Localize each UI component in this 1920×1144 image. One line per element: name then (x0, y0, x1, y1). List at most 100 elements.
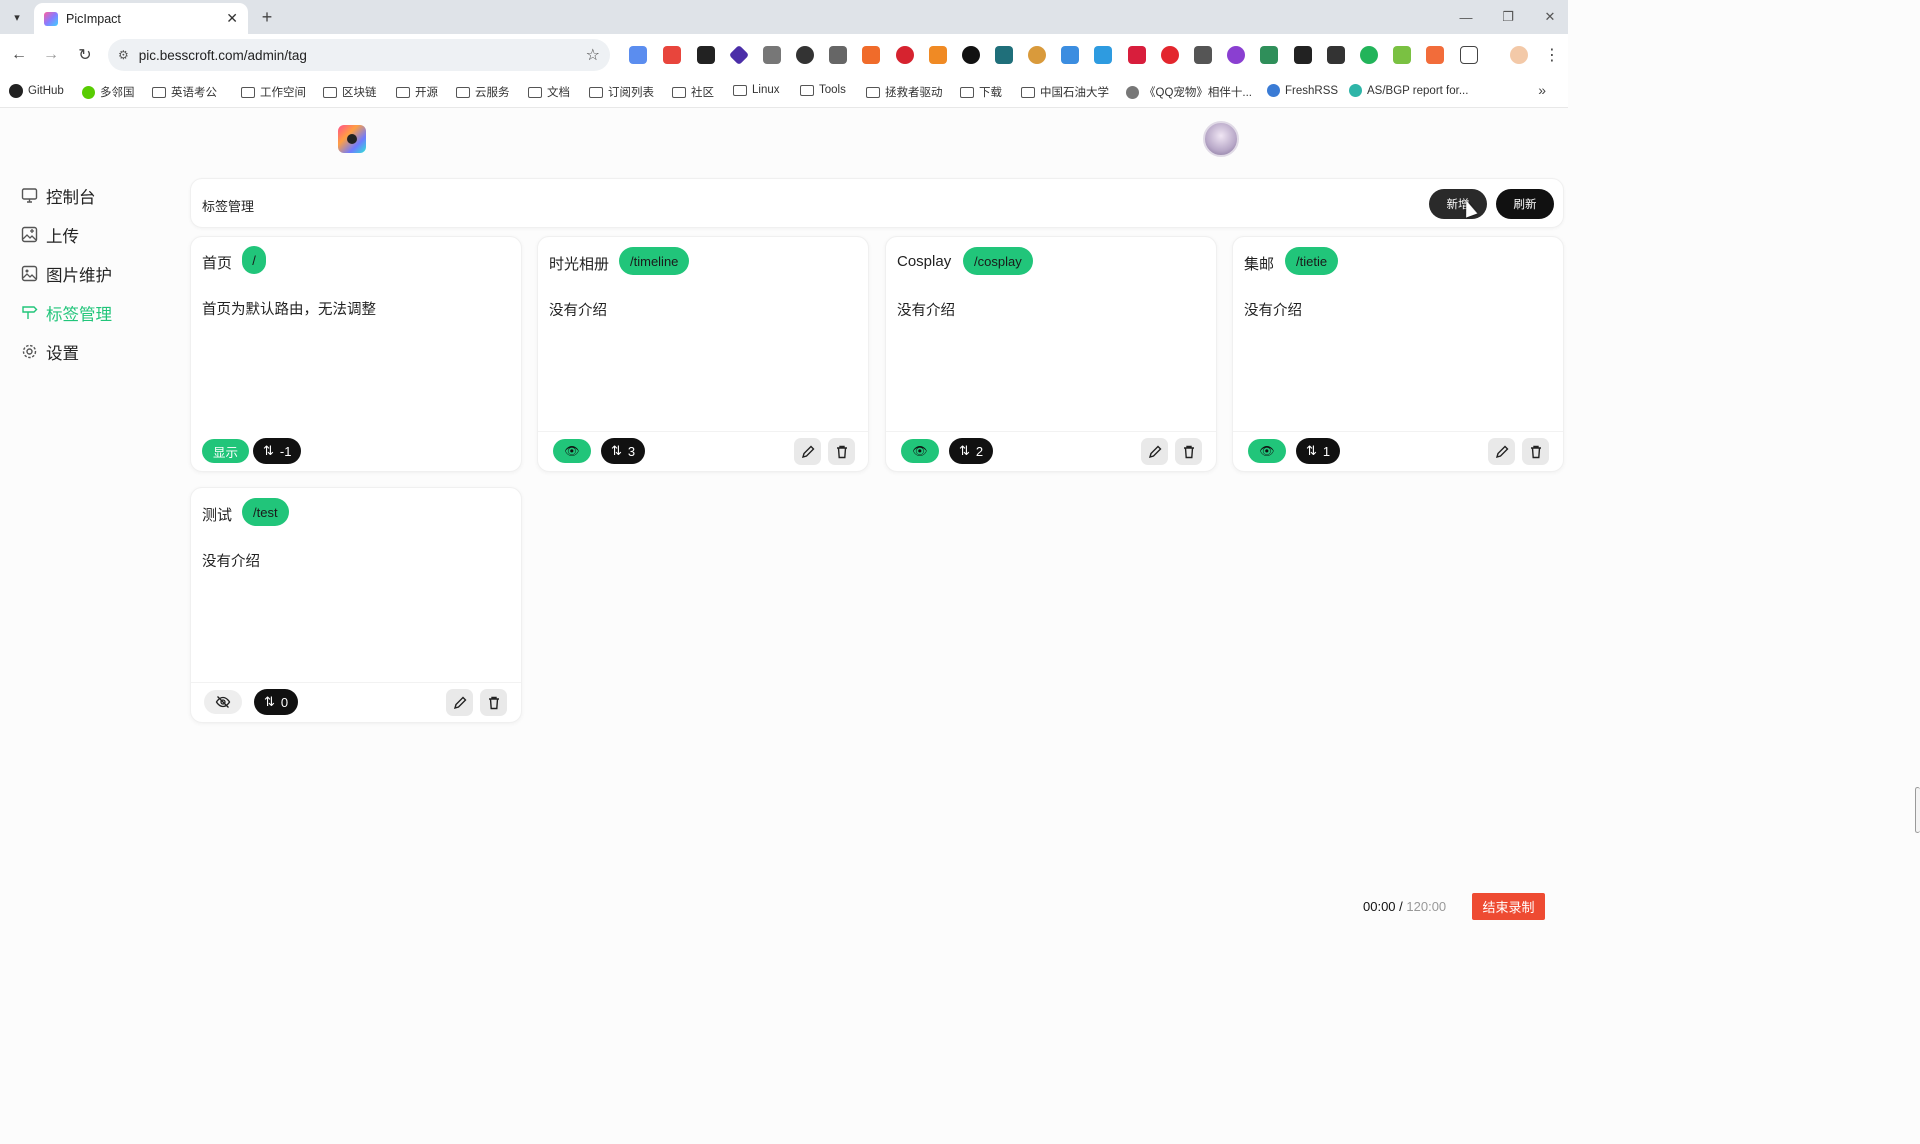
bookmark-folder[interactable]: Tools (800, 84, 846, 96)
more-bookmarks-chevron-icon[interactable]: » (1538, 82, 1546, 98)
new-extension-icon[interactable] (1194, 46, 1212, 64)
bookmark-folder[interactable]: 文档 (528, 84, 570, 100)
tag-card-footer: 👁 ⇅ 3 (538, 431, 868, 471)
trash-extension-icon[interactable] (829, 46, 847, 64)
v-extension-icon[interactable] (763, 46, 781, 64)
sort-value: 2 (975, 443, 984, 459)
edit-button[interactable] (1488, 438, 1515, 465)
bookmark-folder[interactable]: 开源 (396, 84, 438, 100)
edit-button[interactable] (794, 438, 821, 465)
bookmark-star-icon[interactable]: ☆ (586, 45, 600, 65)
profile-icon[interactable] (1510, 46, 1528, 64)
visibility-badge: 显示 (202, 439, 249, 463)
browser-menu-icon[interactable]: ⋮ (1541, 44, 1563, 66)
bookmark-folder[interactable]: 英语考公 (152, 84, 217, 100)
a-extension-icon[interactable] (1327, 46, 1345, 64)
close-tab-icon[interactable]: ✕ (226, 10, 238, 27)
shield-extension-icon[interactable] (1061, 46, 1079, 64)
tag-card: 时光相册 /timeline 没有介绍 👁 ⇅ 3 (537, 236, 869, 472)
tag-description: 没有介绍 (202, 554, 260, 570)
sort-icon: ⇅ (264, 694, 275, 709)
bookmark-folder[interactable]: 订阅列表 (589, 84, 654, 100)
diamond-extension-icon[interactable] (728, 44, 750, 66)
avatar[interactable] (1203, 121, 1239, 157)
browser-toolbar: ← → ↻ ⚙ pic.besscroft.com/admin/tag ☆ ⋮ (0, 34, 1568, 76)
bookmark-folder[interactable]: 云服务 (456, 84, 510, 100)
page-title: 标签管理 (202, 199, 255, 214)
visibility-toggle[interactable]: 👁 (553, 439, 591, 463)
refresh-button[interactable]: 刷新 (1496, 189, 1554, 219)
signpost-icon (21, 304, 38, 321)
bookmark-folder[interactable]: 区块链 (323, 84, 377, 100)
browser-tab[interactable]: PicImpact ✕ (34, 3, 248, 34)
folder-icon (152, 86, 166, 98)
sidebar-item-settings[interactable]: 设置 (0, 332, 180, 371)
sidebar-item-dashboard[interactable]: 控制台 (0, 176, 180, 215)
sort-order-badge: ⇅ 1 (1296, 438, 1341, 464)
tag-route-badge: /timeline (619, 247, 690, 275)
minimize-window-icon[interactable]: — (1444, 0, 1488, 34)
green-extension-icon[interactable] (1260, 46, 1278, 64)
opera-extension-icon[interactable] (1161, 46, 1179, 64)
add-tag-button[interactable]: 新增 (1429, 189, 1487, 219)
delete-button[interactable] (1522, 438, 1549, 465)
sidebar-item-upload[interactable]: 上传 (0, 215, 180, 254)
bear-extension-icon[interactable] (697, 46, 715, 64)
fe-extension-icon[interactable] (663, 46, 681, 64)
edit-button[interactable] (1141, 438, 1168, 465)
translate-extension-icon[interactable] (629, 46, 647, 64)
android-extension-icon[interactable] (1393, 46, 1411, 64)
bookmark-folder[interactable]: 拯救者驱动 (866, 84, 943, 100)
new-tab-plus-icon[interactable]: + (256, 6, 278, 28)
delete-button[interactable] (828, 438, 855, 465)
back-arrow-icon[interactable]: ← (8, 44, 30, 66)
tab-list-chevron-icon[interactable]: ▾ (6, 6, 28, 28)
reload-icon[interactable]: ↻ (74, 44, 96, 66)
close-window-icon[interactable]: ✕ (1528, 0, 1572, 34)
purple-extension-icon[interactable] (1227, 46, 1245, 64)
side-panel-handle[interactable] (1915, 787, 1920, 833)
bookmark-item[interactable]: FreshRSS (1267, 84, 1338, 97)
gear-icon (21, 343, 38, 360)
terminal-extension-icon[interactable] (1294, 46, 1312, 64)
red-extension-icon[interactable] (896, 46, 914, 64)
forward-arrow-icon[interactable]: → (40, 44, 62, 66)
bookmark-folder[interactable]: 下载 (960, 84, 1002, 100)
bookmark-folder[interactable]: 工作空间 (241, 84, 306, 100)
check-extension-icon[interactable] (1360, 46, 1378, 64)
puzzle-blue-extension-icon[interactable] (1094, 46, 1112, 64)
edit-button[interactable] (446, 689, 473, 716)
m-extension-icon[interactable] (1128, 46, 1146, 64)
orange-extension-icon[interactable] (862, 46, 880, 64)
bookmark-item[interactable]: AS/BGP report for... (1349, 84, 1468, 97)
circle-extension-icon[interactable] (796, 46, 814, 64)
sidebar-item-images[interactable]: 图片维护 (0, 254, 180, 293)
bookmark-folder[interactable]: 社区 (672, 84, 714, 100)
delete-button[interactable] (480, 689, 507, 716)
restore-window-icon[interactable]: ❐ (1486, 0, 1530, 34)
tag-name: 集邮 (1244, 256, 1275, 273)
sidebar-item-tags[interactable]: 标签管理 (0, 293, 180, 332)
end-recording-button[interactable]: 结束录制 (1472, 893, 1545, 920)
bookmark-item[interactable]: 《QQ宠物》相伴十... (1126, 84, 1252, 100)
address-bar[interactable]: ⚙ pic.besscroft.com/admin/tag ☆ (108, 39, 610, 71)
delete-button[interactable] (1175, 438, 1202, 465)
github-icon (9, 84, 23, 98)
extensions-puzzle-icon[interactable] (1460, 46, 1478, 64)
fox-extension-icon[interactable] (929, 46, 947, 64)
block-extension-icon[interactable] (962, 46, 980, 64)
bookmark-item[interactable]: 多邻国 (82, 84, 135, 100)
visibility-toggle[interactable]: 👁 (901, 439, 939, 463)
app-logo-icon[interactable] (338, 125, 366, 153)
cookie-extension-icon[interactable] (1028, 46, 1046, 64)
visibility-toggle[interactable]: 👁 (1248, 439, 1286, 463)
bookmark-item[interactable]: GitHub (9, 84, 64, 98)
site-info-icon[interactable]: ⚙ (118, 48, 129, 62)
tag-card-footer: 显示 ⇅ -1 (191, 431, 521, 471)
teal-extension-icon[interactable] (995, 46, 1013, 64)
brush-extension-icon[interactable] (1426, 46, 1444, 64)
bookmark-folder[interactable]: Linux (733, 84, 780, 96)
bookmark-folder[interactable]: 中国石油大学 (1021, 84, 1109, 100)
visibility-toggle[interactable] (204, 690, 242, 714)
site-favicon-icon (44, 11, 58, 26)
